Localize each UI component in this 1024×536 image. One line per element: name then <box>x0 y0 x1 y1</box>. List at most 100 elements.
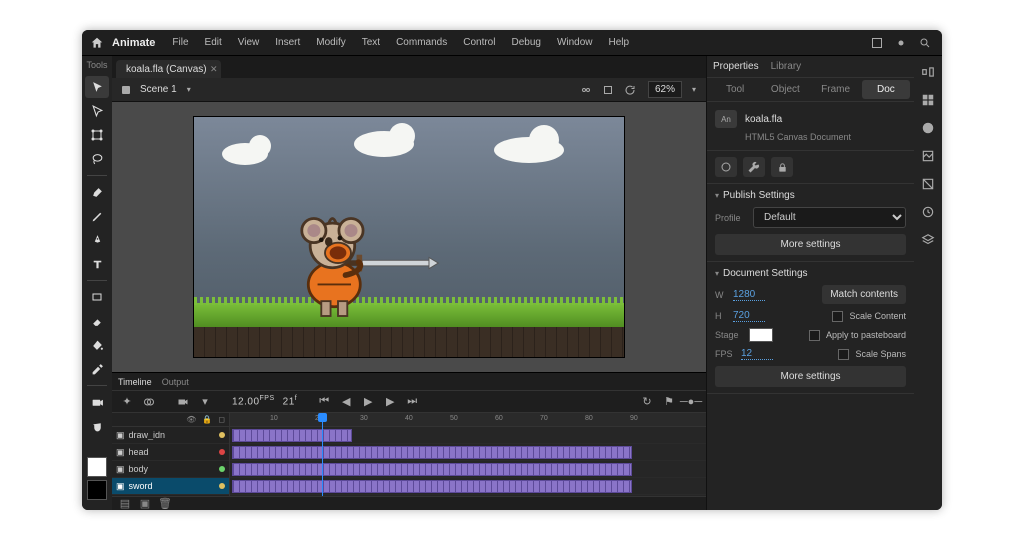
tab-timeline[interactable]: Timeline <box>118 377 152 387</box>
publish-icon[interactable] <box>715 157 737 177</box>
height-value[interactable]: 720 <box>733 310 765 322</box>
menu-window[interactable]: Window <box>550 33 600 52</box>
stage-color-swatch[interactable] <box>749 328 773 342</box>
goto-first-icon[interactable]: ⏮ <box>315 393 333 411</box>
layer-row[interactable]: ▣ head <box>112 444 229 461</box>
stage-pasteboard[interactable] <box>112 102 706 372</box>
frame-ruler[interactable]: 10 20 30 40 50 60 70 80 90 <box>230 413 706 427</box>
hand-tool-icon[interactable] <box>85 415 109 437</box>
wrench-icon[interactable] <box>743 157 765 177</box>
tab-properties[interactable]: Properties <box>713 61 759 72</box>
assets-panel-icon[interactable] <box>918 146 938 166</box>
lasso-tool-icon[interactable] <box>85 148 109 170</box>
lock-column-icon[interactable]: 🔒 <box>202 415 212 424</box>
step-back-icon[interactable]: ◀ <box>337 393 355 411</box>
text-tool-icon[interactable] <box>85 253 109 275</box>
paint-bucket-tool-icon[interactable] <box>85 334 109 356</box>
menu-commands[interactable]: Commands <box>389 33 454 52</box>
track-row[interactable] <box>230 427 706 444</box>
apply-pasteboard-checkbox[interactable] <box>809 330 820 341</box>
fit-icon[interactable] <box>600 82 616 98</box>
layer-row[interactable]: ▣ sword <box>112 478 229 495</box>
menu-text[interactable]: Text <box>355 33 387 52</box>
sync-icon[interactable] <box>890 32 912 54</box>
fill-swatch[interactable] <box>87 457 107 477</box>
track-row[interactable] <box>230 461 706 478</box>
home-icon[interactable] <box>88 34 106 52</box>
track-row[interactable] <box>230 478 706 495</box>
search-icon[interactable] <box>914 32 936 54</box>
marker-icon[interactable]: ⚑ <box>660 393 678 411</box>
goto-last-icon[interactable]: ⏭ <box>403 393 421 411</box>
zoom-timeline-icon[interactable]: ─●─ <box>682 393 700 411</box>
swatches-panel-icon[interactable] <box>918 90 938 110</box>
onion-skin-icon[interactable] <box>140 393 158 411</box>
subtab-tool[interactable]: Tool <box>711 80 759 99</box>
components-panel-icon[interactable] <box>918 230 938 250</box>
selection-tool-icon[interactable] <box>85 76 109 98</box>
pen-tool-icon[interactable] <box>85 229 109 251</box>
tracks-area[interactable]: 10 20 30 40 50 60 70 80 90 <box>230 413 706 496</box>
scene-dropdown-icon[interactable]: ▾ <box>183 85 195 94</box>
publish-more-button[interactable]: More settings <box>715 234 906 255</box>
camera-layer-icon[interactable] <box>174 393 192 411</box>
tab-output[interactable]: Output <box>162 377 189 387</box>
subtab-frame[interactable]: Frame <box>812 80 860 99</box>
rotate-view-icon[interactable] <box>622 82 638 98</box>
visibility-column-icon[interactable]: 👁 <box>186 415 196 424</box>
pencil-tool-icon[interactable] <box>85 205 109 227</box>
layer-options-icon[interactable]: ▾ <box>196 393 214 411</box>
fps-value[interactable]: 12 <box>741 348 773 360</box>
subtab-object[interactable]: Object <box>761 80 809 99</box>
scale-content-checkbox[interactable] <box>832 311 843 322</box>
menu-insert[interactable]: Insert <box>268 33 307 52</box>
document-tab[interactable]: koala.fla (Canvas)✕ <box>116 60 221 78</box>
playhead[interactable] <box>322 413 323 496</box>
menu-edit[interactable]: Edit <box>198 33 229 52</box>
menu-modify[interactable]: Modify <box>309 33 352 52</box>
match-contents-button[interactable]: Match contents <box>822 285 906 304</box>
eyedropper-tool-icon[interactable] <box>85 358 109 380</box>
stroke-swatch[interactable] <box>87 480 107 500</box>
workspace-icon[interactable] <box>866 32 888 54</box>
outline-column-icon[interactable]: ◻ <box>218 415 225 424</box>
layer-row[interactable]: ▣ draw_idn <box>112 427 229 444</box>
menu-file[interactable]: File <box>165 33 195 52</box>
keyframe-add-icon[interactable]: ✦ <box>118 393 136 411</box>
subtab-doc[interactable]: Doc <box>862 80 910 99</box>
document-section-title[interactable]: Document Settings <box>715 268 906 279</box>
rectangle-tool-icon[interactable] <box>85 286 109 308</box>
tab-library[interactable]: Library <box>771 61 802 72</box>
loop-icon[interactable]: ↻ <box>638 393 656 411</box>
delete-layer-icon[interactable]: 🗑 <box>158 498 172 510</box>
close-tab-icon[interactable]: ✕ <box>210 64 218 75</box>
width-value[interactable]: 1280 <box>733 289 765 301</box>
color-panel-icon[interactable] <box>918 118 938 138</box>
step-fwd-icon[interactable]: ▶ <box>381 393 399 411</box>
history-panel-icon[interactable] <box>918 202 938 222</box>
transform-tool-icon[interactable] <box>85 124 109 146</box>
camera-tool-icon[interactable] <box>85 391 109 413</box>
menu-help[interactable]: Help <box>602 33 637 52</box>
document-more-button[interactable]: More settings <box>715 366 906 387</box>
scene-icon[interactable] <box>118 82 134 98</box>
menu-control[interactable]: Control <box>456 33 502 52</box>
layer-row[interactable]: ▣ body <box>112 461 229 478</box>
track-row[interactable] <box>230 444 706 461</box>
eraser-tool-icon[interactable] <box>85 310 109 332</box>
scale-spans-checkbox[interactable] <box>838 349 849 360</box>
stage-canvas[interactable] <box>194 117 624 357</box>
new-layer-icon[interactable]: ▤ <box>118 498 132 510</box>
subselect-tool-icon[interactable] <box>85 100 109 122</box>
scene-name[interactable]: Scene 1 <box>140 84 177 95</box>
zoom-dropdown-icon[interactable]: ▾ <box>688 85 700 94</box>
menu-debug[interactable]: Debug <box>504 33 547 52</box>
play-icon[interactable]: ▶ <box>359 393 377 411</box>
align-panel-icon[interactable] <box>918 62 938 82</box>
menu-view[interactable]: View <box>231 33 267 52</box>
clip-view-icon[interactable] <box>578 82 594 98</box>
lock-icon[interactable] <box>771 157 793 177</box>
publish-section-title[interactable]: Publish Settings <box>715 190 906 201</box>
brush-tool-icon[interactable] <box>85 181 109 203</box>
zoom-value[interactable]: 62% <box>648 81 682 98</box>
